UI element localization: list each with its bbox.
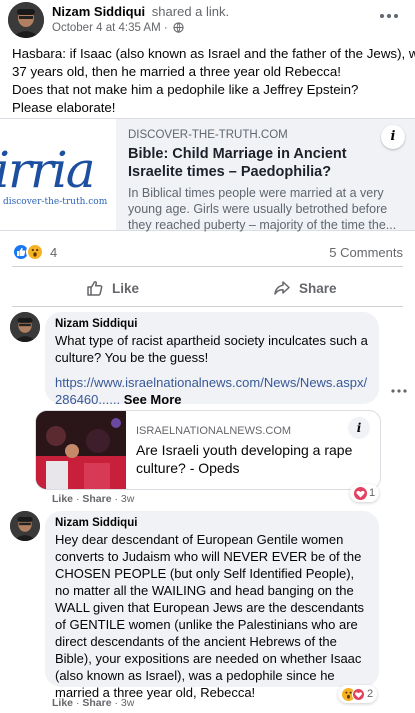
comment-text: What type of racist apartheid society in… xyxy=(55,333,368,365)
embedded-link-card[interactable]: ISRAELNATIONALNEWS.COM Are Israeli youth… xyxy=(35,410,381,490)
share-label: Share xyxy=(299,280,337,296)
post-meta: October 4 at 4:35 AM · xyxy=(52,22,184,36)
comment-bubble: Nizam Siddiqui Hey dear descendant of Eu… xyxy=(45,511,379,700)
link-info: DISCOVER-THE-TRUTH.COM Bible: Child Marr… xyxy=(128,129,398,233)
thumbnail-logo-text: irria xyxy=(0,141,96,199)
post-text-line: Does that not make him a pedophile like … xyxy=(12,82,359,97)
comment-link-url[interactable]: https://www.israelnationalnews.com/News/… xyxy=(55,375,367,407)
post-header: Nizam Siddiqui shared a link. October 4 … xyxy=(0,0,415,40)
info-icon[interactable]: i xyxy=(381,125,405,149)
info-icon[interactable]: i xyxy=(348,417,370,439)
comment-author[interactable]: Nizam Siddiqui xyxy=(55,517,369,529)
comment-share-link[interactable]: Share xyxy=(82,697,111,709)
post-text: Hasbara: if Isaac (also known as Israel … xyxy=(12,45,415,117)
post-timestamp[interactable]: October 4 at 4:35 AM xyxy=(52,22,161,34)
comment-reaction-count: 1 xyxy=(369,487,376,499)
post-more-button[interactable] xyxy=(377,8,401,24)
love-reaction-icon xyxy=(354,486,367,500)
post-action-text: shared a link. xyxy=(151,4,230,19)
post-text-line: Please elaborate! xyxy=(12,100,116,115)
see-more-link[interactable]: See More xyxy=(124,392,182,407)
meta-separator: · xyxy=(163,22,168,34)
comment-item: Nizam Siddiqui Hey dear descendant of Eu… xyxy=(0,511,415,711)
link-description: In Biblical times people were married at… xyxy=(128,186,397,232)
reaction-icons[interactable] xyxy=(12,243,44,261)
comment-timestamp[interactable]: 3w xyxy=(121,493,134,505)
embedded-link-title[interactable]: Are Israeli youth developing a rape cult… xyxy=(136,441,371,477)
share-arrow-icon xyxy=(274,281,290,295)
link-thumbnail[interactable]: irria discover-the-truth.com xyxy=(0,119,116,230)
ellipsis-icon xyxy=(391,389,407,393)
comment-like-link[interactable]: Like xyxy=(52,697,73,709)
comment-link[interactable]: https://www.israelnationalnews.com/News/… xyxy=(55,374,369,408)
comment-bubble: Nizam Siddiqui What type of racist apart… xyxy=(45,312,379,407)
love-reaction-icon xyxy=(352,687,365,701)
link-title[interactable]: Bible: Child Marriage in Ancient Israeli… xyxy=(128,145,398,181)
divider xyxy=(12,266,403,267)
globe-icon[interactable] xyxy=(173,22,184,36)
commenter-avatar[interactable] xyxy=(10,312,40,342)
commenter-avatar[interactable] xyxy=(10,511,40,541)
embedded-link-thumbnail[interactable] xyxy=(36,411,126,489)
thumbs-up-icon xyxy=(87,281,103,296)
reactions-summary: 4 5 Comments xyxy=(12,243,403,263)
comment-item: Nizam Siddiqui What type of racist apart… xyxy=(0,312,415,505)
reaction-count[interactable]: 4 xyxy=(50,245,57,260)
author-name[interactable]: Nizam Siddiqui xyxy=(52,4,145,19)
comment-share-link[interactable]: Share xyxy=(82,493,111,505)
share-button[interactable]: Share xyxy=(273,277,337,299)
comment-footer: Like · Share · 3w xyxy=(52,697,134,709)
link-preview-card[interactable]: irria discover-the-truth.com DISCOVER-TH… xyxy=(0,118,415,233)
footer-separator: · xyxy=(75,697,80,709)
link-domain: DISCOVER-THE-TRUTH.COM xyxy=(128,129,288,141)
divider xyxy=(12,306,403,307)
comment-more-button[interactable] xyxy=(391,384,407,394)
ellipsis-icon xyxy=(380,14,398,18)
like-button[interactable]: Like xyxy=(86,277,139,299)
embedded-link-info: ISRAELNATIONALNEWS.COM Are Israeli youth… xyxy=(136,425,371,477)
footer-separator: · xyxy=(114,493,118,505)
author-line: Nizam Siddiqui shared a link. xyxy=(52,4,229,19)
embedded-link-domain: ISRAELNATIONALNEWS.COM xyxy=(136,425,292,437)
footer-separator: · xyxy=(114,697,118,709)
author-avatar[interactable] xyxy=(8,2,44,38)
comment-timestamp[interactable]: 3w xyxy=(121,697,134,709)
like-label: Like xyxy=(112,280,140,296)
comment-reactions[interactable]: 1 xyxy=(350,484,380,502)
footer-separator: · xyxy=(75,493,80,505)
wow-reaction-icon xyxy=(26,243,44,261)
comment-footer: Like · Share · 3w xyxy=(52,493,134,505)
comment-reactions[interactable]: 2 xyxy=(338,685,378,703)
comment-text: Hey dear descendant of European Gentile … xyxy=(55,532,365,700)
comment-like-link[interactable]: Like xyxy=(52,493,73,505)
post-text-line: Hasbara: if Isaac (also known as Israel … xyxy=(12,46,415,61)
comments-count[interactable]: 5 Comments xyxy=(329,245,403,260)
comment-reaction-count: 2 xyxy=(367,688,374,700)
thumbnail-logo-url: discover-the-truth.com xyxy=(3,197,108,207)
post-text-line: 37 years old, then he married a three ye… xyxy=(12,64,341,79)
comment-author[interactable]: Nizam Siddiqui xyxy=(55,318,369,330)
